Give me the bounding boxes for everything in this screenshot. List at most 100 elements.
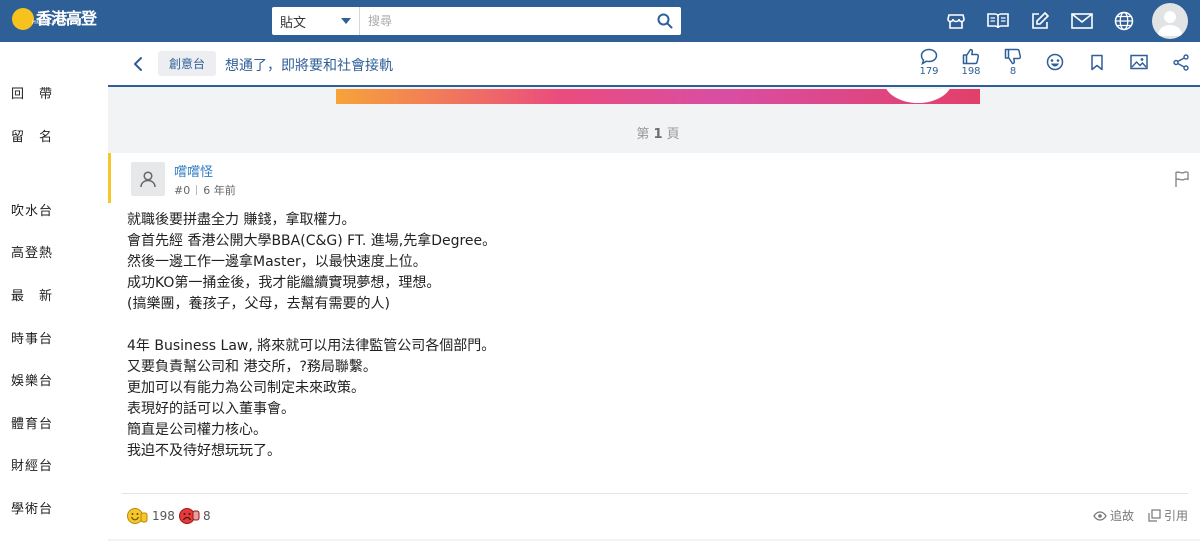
flag-icon: [1175, 171, 1189, 187]
search-bar: 貼文: [272, 7, 681, 35]
sidebar-item-hot[interactable]: 高登熱: [11, 242, 53, 261]
post-footer: 198 8 追故 引用: [122, 493, 1188, 539]
sidebar-item-academic[interactable]: 學術台: [11, 498, 53, 517]
post-meta: #0 6 年前: [174, 182, 236, 198]
post-dislike-button[interactable]: 8: [178, 507, 211, 525]
post-line: 更加可以有能力為公司制定未來政策。: [127, 380, 365, 396]
good-emoji-icon: [127, 508, 148, 524]
post-line: (搞樂團，養孩子，父母，去幫有需要的人): [127, 296, 390, 312]
store-icon: [947, 14, 965, 29]
likes-count: 198: [961, 66, 981, 77]
dislike-button[interactable]: 8: [992, 48, 1034, 77]
store-button[interactable]: [944, 9, 968, 33]
edit-button[interactable]: [1028, 9, 1052, 33]
ad-banner[interactable]: [336, 89, 980, 104]
logo-subtext: HKGOLDEN.COM: [32, 20, 80, 26]
post-line: 我迫不及待好想玩玩了。: [127, 443, 281, 459]
post-avatar[interactable]: [131, 162, 165, 196]
search-button[interactable]: [649, 7, 681, 35]
follow-button[interactable]: 追故: [1093, 507, 1134, 524]
book-button[interactable]: [986, 9, 1010, 33]
book-icon: [987, 13, 1009, 29]
post-time: 6 年前: [203, 184, 236, 197]
search-scope-select[interactable]: 貼文: [272, 7, 360, 35]
quote-label: 引用: [1163, 509, 1188, 523]
op-accent-bar: [108, 153, 111, 203]
post-line: 就職後要拼盡全力 賺錢，拿取權力。: [127, 212, 356, 228]
post-floor: #0: [174, 183, 191, 197]
site-logo[interactable]: 香港高登: [12, 8, 97, 30]
sidebar: 回 帶 留 名 吹水台 高登熱 最 新 時事台 娛樂台 體育台 財經台 學術台: [0, 42, 108, 541]
thread-actions: 179 198 8: [908, 48, 1200, 77]
edit-icon: [1032, 11, 1050, 29]
sidebar-item-bookmarks[interactable]: 留 名: [11, 126, 53, 145]
quote-icon: [1148, 509, 1161, 522]
logo-mark-icon: [12, 8, 34, 30]
top-icon-group: [944, 9, 1154, 33]
image-button[interactable]: [1118, 48, 1160, 77]
back-button[interactable]: [128, 54, 148, 74]
page-label-suffix: 頁: [666, 127, 680, 142]
replies-button[interactable]: 179: [908, 48, 950, 77]
thumbs-up-icon: [962, 48, 980, 65]
post-line: 4年 Business Law, 將來就可以用法律監管公司各個部門。: [127, 338, 496, 354]
sidebar-item-finance[interactable]: 財經台: [11, 455, 53, 474]
report-button[interactable]: [1174, 170, 1190, 188]
post-line: 表現好的話可以入董事會。: [127, 401, 295, 417]
post-card: 嚐嚐怪 #0 6 年前 就職後要拼盡全力 賺錢，拿取權力。 會首先經 香港公開大…: [108, 153, 1200, 539]
replies-count: 179: [919, 66, 939, 77]
post-line: 會首先經 香港公開大學BBA(C&G) FT. 進場,先拿Degree。: [127, 233, 497, 249]
top-bar: 香港高登 HKGOLDEN.COM 貼文: [0, 0, 1200, 42]
post-dislikes-count: 8: [203, 509, 211, 523]
bookmark-icon: [1091, 54, 1103, 71]
thread-header: 創意台 想通了，即將要和社會接軌 179 198 8: [108, 42, 1200, 87]
meta-divider: [196, 185, 198, 195]
sidebar-item-history[interactable]: 回 帶: [11, 83, 53, 102]
emoji-button[interactable]: [1034, 48, 1076, 77]
page-number: 1: [653, 127, 663, 142]
image-icon: [1130, 54, 1148, 70]
post-footer-actions: 追故 引用: [1079, 507, 1188, 524]
share-icon: [1173, 54, 1189, 71]
sidebar-item-latest[interactable]: 最 新: [11, 285, 53, 304]
post-like-button[interactable]: 198: [126, 507, 175, 525]
post-line: [127, 315, 1177, 336]
post-line: 然後一邊工作一邊拿Master，以最快速度上位。: [127, 254, 427, 270]
post-username[interactable]: 嚐嚐怪: [174, 161, 213, 180]
post-line: 又要負責幫公司和 港交所，?務局聯繫。: [127, 359, 377, 375]
follow-label: 追故: [1109, 509, 1134, 523]
bookmark-button[interactable]: [1076, 48, 1118, 77]
page-label-prefix: 第: [636, 127, 650, 142]
emoji-face-icon: [1046, 53, 1064, 71]
comment-icon: [920, 48, 938, 65]
search-input[interactable]: [360, 8, 649, 34]
sidebar-item-chat[interactable]: 吹水台: [11, 200, 53, 219]
dislikes-count: 8: [1009, 66, 1017, 77]
like-button[interactable]: 198: [950, 48, 992, 77]
caret-down-icon: [341, 18, 351, 24]
post-line: 簡直是公司權力核心。: [127, 422, 267, 438]
mail-icon: [1071, 13, 1093, 29]
bad-emoji-icon: [179, 508, 200, 524]
channel-tag[interactable]: 創意台: [158, 51, 217, 76]
mail-button[interactable]: [1070, 9, 1094, 33]
thread-title: 想通了，即將要和社會接軌: [225, 58, 393, 74]
banner-circle-decor: [884, 89, 952, 103]
user-avatar[interactable]: [1152, 3, 1188, 39]
language-button[interactable]: [1112, 9, 1136, 33]
quote-button[interactable]: 引用: [1148, 507, 1188, 524]
user-icon: [1158, 11, 1182, 36]
sidebar-item-entertainment[interactable]: 娛樂台: [11, 370, 53, 389]
sidebar-item-current-affairs[interactable]: 時事台: [11, 328, 53, 347]
search-icon: [657, 13, 673, 29]
post-line: 成功KO第一捅金後，我才能繼續實現夢想，理想。: [127, 275, 441, 291]
sidebar-item-sports[interactable]: 體育台: [11, 413, 53, 432]
globe-icon: [1114, 11, 1134, 31]
chevron-left-icon: [134, 57, 142, 71]
post-content: 就職後要拼盡全力 賺錢，拿取權力。 會首先經 香港公開大學BBA(C&G) FT…: [127, 210, 1177, 462]
share-button[interactable]: [1160, 48, 1200, 77]
eye-icon: [1093, 510, 1107, 521]
page-indicator: 第 1 頁: [108, 123, 1200, 142]
post-likes-count: 198: [152, 509, 175, 523]
user-icon: [140, 171, 156, 188]
